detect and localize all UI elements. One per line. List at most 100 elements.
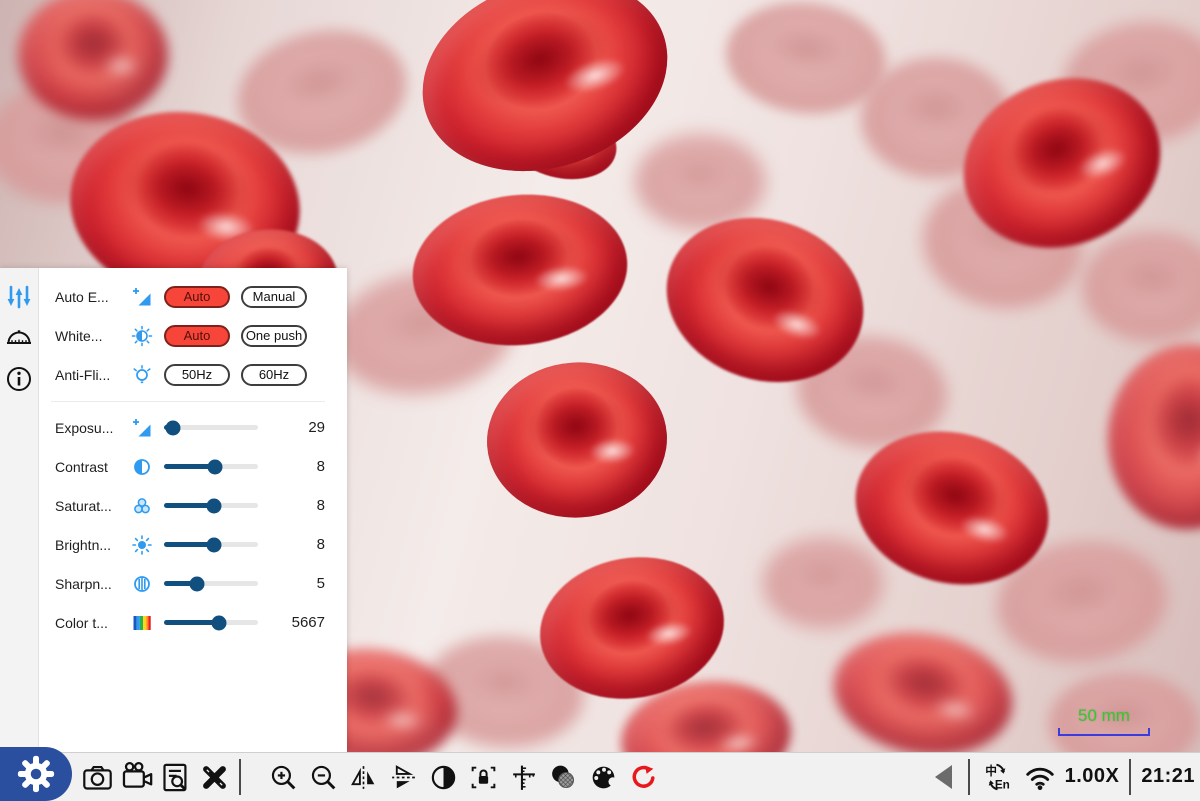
blood-cell xyxy=(635,135,765,230)
saturation-slider-row: Saturat... 8 xyxy=(55,486,325,525)
slider-thumb[interactable] xyxy=(206,498,221,513)
contrast-slider[interactable] xyxy=(164,464,258,469)
sharpness-slider-row: Sharpn... 5 xyxy=(55,564,325,603)
panel-tab-strip xyxy=(0,268,39,752)
white-balance-one-push-button[interactable]: One push xyxy=(241,325,307,347)
saturation-value: 8 xyxy=(258,497,325,514)
auto-exposure-label: Auto E... xyxy=(55,289,129,305)
saturation-label: Saturat... xyxy=(55,498,129,514)
anti-flicker-50hz-button[interactable]: 50Hz xyxy=(164,364,230,386)
blood-cell xyxy=(18,0,168,120)
magnification-readout: 1.00X xyxy=(1065,765,1120,788)
sharpness-icon xyxy=(131,573,153,595)
blood-cell xyxy=(1082,232,1200,342)
calibration-icon xyxy=(508,762,539,793)
contrast-value: 8 xyxy=(258,458,325,475)
flip-vertical-button[interactable] xyxy=(384,755,423,799)
settings-gear-icon xyxy=(16,754,56,794)
color-palette-button[interactable] xyxy=(584,755,623,799)
toolbar-divider xyxy=(968,759,970,795)
sharpness-value: 5 xyxy=(258,575,325,592)
photo-capture-button[interactable] xyxy=(78,755,117,799)
tab-adjustments[interactable] xyxy=(3,281,35,313)
blood-cell xyxy=(1102,339,1200,535)
panel-content: Auto E... Auto Manual White... xyxy=(39,268,347,752)
color-temp-value: 5667 xyxy=(258,614,325,631)
blood-cell xyxy=(824,619,1022,768)
collapse-panel-button[interactable] xyxy=(929,755,959,799)
zoom-in-icon xyxy=(268,762,299,793)
exposure-lock-icon xyxy=(468,762,499,793)
flip-horizontal-button[interactable] xyxy=(344,755,383,799)
toolbar-divider xyxy=(1129,759,1131,795)
settings-gear-button[interactable] xyxy=(0,747,72,801)
exposure-label: Exposu... xyxy=(55,420,129,436)
flip-horizontal-icon xyxy=(348,762,379,793)
microscope-app-window: 50 mm xyxy=(0,0,1200,801)
slider-thumb[interactable] xyxy=(189,576,204,591)
svg-text:中: 中 xyxy=(985,763,997,777)
zoom-in-button[interactable] xyxy=(264,755,303,799)
brightness-label: Brightn... xyxy=(55,537,129,553)
color-palette-icon xyxy=(588,762,619,793)
brightness-icon xyxy=(131,534,153,556)
flip-vertical-icon xyxy=(388,762,419,793)
file-browser-button[interactable] xyxy=(156,755,195,799)
status-group: 中 En 1.00X xyxy=(929,752,1195,801)
white-balance-auto-button[interactable]: Auto xyxy=(164,325,230,347)
saturation-slider[interactable] xyxy=(164,503,258,508)
contrast-icon xyxy=(131,456,153,478)
protractor-icon xyxy=(5,324,33,352)
scale-bar-label: 50 mm xyxy=(1058,706,1150,726)
color-temp-label: Color t... xyxy=(55,615,129,631)
scale-bar-bracket xyxy=(1058,728,1150,736)
color-temp-slider[interactable] xyxy=(164,620,258,625)
exposure-lock-button[interactable] xyxy=(464,755,503,799)
blood-cell xyxy=(763,538,883,628)
brightness-slider[interactable] xyxy=(164,542,258,547)
exposure-slider-row: Exposu... 29 xyxy=(55,408,325,447)
measure-tools-icon xyxy=(198,761,231,794)
contrast-slider-row: Contrast 8 xyxy=(55,447,325,486)
anti-flicker-label: Anti-Fli... xyxy=(55,367,129,383)
reset-button[interactable] xyxy=(624,755,663,799)
video-record-button[interactable] xyxy=(117,755,156,799)
exposure-icon xyxy=(131,286,153,308)
slider-thumb[interactable] xyxy=(211,615,226,630)
capture-tools-group xyxy=(78,755,234,799)
adjust-arrows-icon xyxy=(5,283,33,311)
exposure-value: 29 xyxy=(258,419,325,436)
contrast-invert-icon xyxy=(428,762,459,793)
contrast-invert-button[interactable] xyxy=(424,755,463,799)
slider-thumb[interactable] xyxy=(166,420,181,435)
denoise-button[interactable] xyxy=(544,755,583,799)
sharpness-label: Sharpn... xyxy=(55,576,129,592)
sharpness-slider[interactable] xyxy=(164,581,258,586)
zoom-out-button[interactable] xyxy=(304,755,343,799)
slider-thumb[interactable] xyxy=(206,537,221,552)
toolbar-divider xyxy=(239,759,241,795)
color-temp-slider-row: Color t... 5667 xyxy=(55,603,325,642)
clock-readout: 21:21 xyxy=(1141,765,1195,788)
auto-exposure-manual-button[interactable]: Manual xyxy=(241,286,307,308)
tab-measurement[interactable] xyxy=(3,322,35,354)
wifi-button[interactable] xyxy=(1022,755,1058,799)
color-temp-icon xyxy=(131,612,153,634)
exposure-slider[interactable] xyxy=(164,425,258,430)
zoom-out-icon xyxy=(308,762,339,793)
view-tools-group xyxy=(264,755,663,799)
language-toggle-button[interactable]: 中 En xyxy=(979,755,1015,799)
saturation-icon xyxy=(131,495,153,517)
file-browser-icon xyxy=(159,761,192,794)
brightness-value: 8 xyxy=(258,536,325,553)
tab-info[interactable] xyxy=(3,363,35,395)
slider-thumb[interactable] xyxy=(207,459,222,474)
brightness-slider-row: Brightn... 8 xyxy=(55,525,325,564)
calibration-button[interactable] xyxy=(504,755,543,799)
auto-exposure-auto-button[interactable]: Auto xyxy=(164,286,230,308)
measure-tools-button[interactable] xyxy=(195,755,234,799)
bottom-toolbar: 中 En 1.00X xyxy=(0,752,1200,801)
blood-cell xyxy=(482,356,672,523)
anti-flicker-60hz-button[interactable]: 60Hz xyxy=(241,364,307,386)
video-record-icon xyxy=(120,760,154,794)
